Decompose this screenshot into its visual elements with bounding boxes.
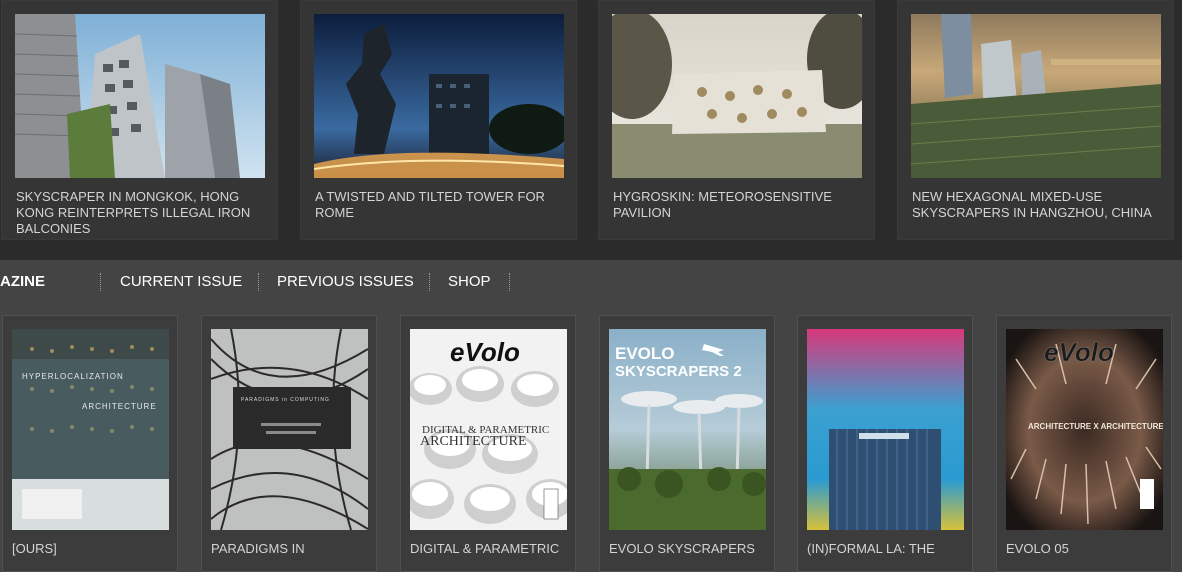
article-card[interactable]: HYGROSKIN: METEOROSENSITIVE PAVILION <box>598 0 875 240</box>
magazine-list: HYPERLOCALIZATION ARCHITECTURE [OURS] PA… <box>0 304 1182 572</box>
article-title[interactable]: A TWISTED AND TILTED TOWER FOR ROME <box>315 189 563 221</box>
magazine-card[interactable]: eVolo DIGITAL & PARAMETRIC ARCHITECTURE … <box>400 315 576 572</box>
featured-articles: SKYSCRAPER IN MONGKOK, HONG KONG REINTER… <box>0 0 1182 260</box>
nav-divider <box>509 273 510 291</box>
article-card[interactable]: SKYSCRAPER IN MONGKOK, HONG KONG REINTER… <box>1 0 278 240</box>
magazine-title[interactable]: [OURS] <box>12 541 172 556</box>
magazine-title[interactable]: PARADIGMS IN <box>211 541 371 556</box>
magazine-title[interactable]: EVOLO SKYSCRAPERS <box>609 541 769 556</box>
magazine-cover[interactable] <box>807 329 964 530</box>
article-image[interactable] <box>314 14 564 178</box>
cover-text: ARCHITECTURE <box>82 402 157 411</box>
magazine-card[interactable]: (IN)FORMAL LA: THE <box>797 315 973 572</box>
nav-current-issue[interactable]: CURRENT ISSUE <box>120 273 242 290</box>
cover-text: ARCHITECTURE <box>420 434 527 449</box>
article-image[interactable] <box>911 14 1161 178</box>
magazine-card[interactable]: EVOLO SKYSCRAPERS 2 EVOLO SKYSCRAPERS <box>599 315 775 572</box>
magazine-title[interactable]: EVOLO 05 <box>1006 541 1166 556</box>
magazine-cover[interactable]: EVOLO SKYSCRAPERS 2 <box>609 329 766 530</box>
cover-text: ARCHITECTURE X ARCHITECTURE <box>1028 422 1163 431</box>
cover-text: eVolo <box>450 337 520 367</box>
magazine-cover[interactable]: eVolo ARCHITECTURE X ARCHITECTURE <box>1006 329 1163 530</box>
magazine-title[interactable]: DIGITAL & PARAMETRIC <box>410 541 570 556</box>
cover-text: HYPERLOCALIZATION <box>22 372 124 381</box>
cover-text: EVOLO <box>615 344 675 363</box>
cover-text: eVolo <box>1044 337 1114 367</box>
magazine-cover[interactable]: PARADIGMS in COMPUTING <box>211 329 368 530</box>
article-card[interactable]: NEW HEXAGONAL MIXED-USE SKYSCRAPERS IN H… <box>897 0 1174 240</box>
nav-shop[interactable]: SHOP <box>448 273 491 290</box>
nav-divider <box>100 273 101 291</box>
magazine-card[interactable]: eVolo ARCHITECTURE X ARCHITECTURE EVOLO … <box>996 315 1172 572</box>
magazine-card[interactable]: PARADIGMS in COMPUTING PARADIGMS IN <box>201 315 377 572</box>
magazine-cover[interactable]: eVolo DIGITAL & PARAMETRIC ARCHITECTURE <box>410 329 567 530</box>
magazine-card[interactable]: HYPERLOCALIZATION ARCHITECTURE [OURS] <box>2 315 178 572</box>
article-card[interactable]: A TWISTED AND TILTED TOWER FOR ROME <box>300 0 577 240</box>
magazine-nav: AZINE CURRENT ISSUE PREVIOUS ISSUES SHOP <box>0 260 1182 304</box>
magazine-title[interactable]: (IN)FORMAL LA: THE <box>807 541 967 556</box>
article-image[interactable] <box>15 14 265 178</box>
nav-divider <box>429 273 430 291</box>
magazine-cover[interactable]: HYPERLOCALIZATION ARCHITECTURE <box>12 329 169 530</box>
nav-divider <box>258 273 259 291</box>
article-title[interactable]: SKYSCRAPER IN MONGKOK, HONG KONG REINTER… <box>16 189 264 237</box>
cover-text: SKYSCRAPERS 2 <box>615 363 742 380</box>
article-image[interactable] <box>612 14 862 178</box>
nav-previous-issues[interactable]: PREVIOUS ISSUES <box>277 273 414 290</box>
article-title[interactable]: HYGROSKIN: METEOROSENSITIVE PAVILION <box>613 189 861 221</box>
cover-text: PARADIGMS in COMPUTING <box>241 397 330 403</box>
nav-magazine[interactable]: AZINE <box>0 273 45 290</box>
article-title[interactable]: NEW HEXAGONAL MIXED-USE SKYSCRAPERS IN H… <box>912 189 1160 221</box>
